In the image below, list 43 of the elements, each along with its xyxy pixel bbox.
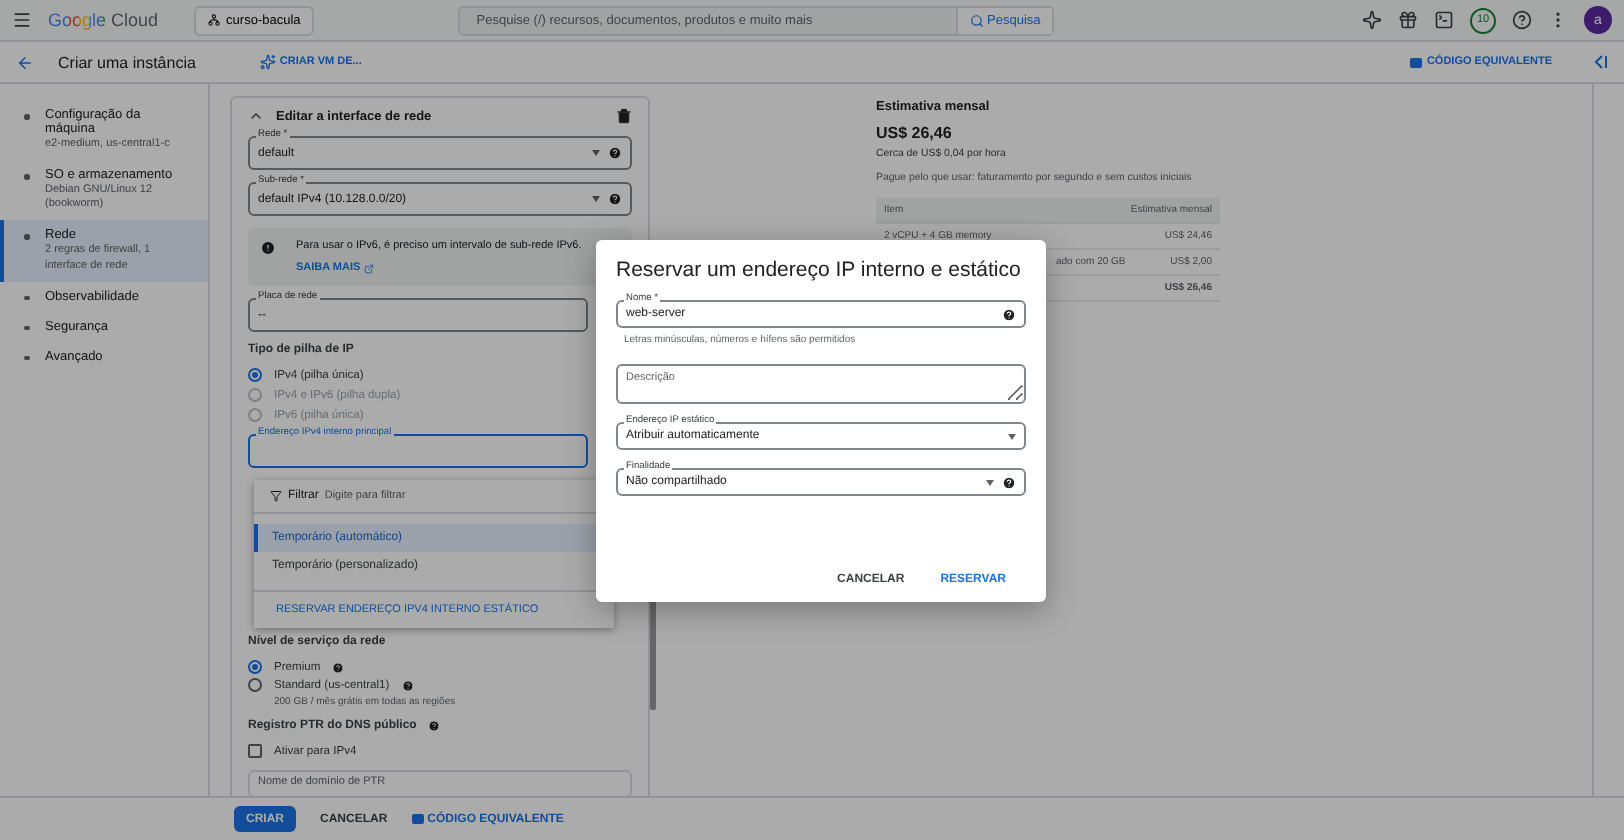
dialog-title: Reservar um endereço IP interno e estático [616, 258, 1023, 282]
caret-icon [986, 479, 994, 485]
bullet-icon [24, 114, 29, 119]
radio-button[interactable] [248, 368, 262, 382]
checkbox[interactable] [248, 744, 262, 758]
code-icon [1410, 57, 1423, 67]
alert-icon [260, 240, 276, 256]
terminal-icon[interactable] [1434, 10, 1454, 30]
search-icon [969, 13, 984, 27]
help-icon [332, 661, 345, 673]
caret-icon [1008, 433, 1016, 439]
radio-button[interactable] [248, 660, 262, 674]
bullet-icon [24, 355, 29, 361]
help-icon [1002, 307, 1016, 321]
external-link-icon [364, 263, 375, 273]
help-icon [401, 679, 414, 691]
collapse-panel-icon[interactable] [1592, 54, 1608, 70]
help-button[interactable] [1512, 10, 1532, 30]
caret-icon [592, 150, 600, 156]
filter-icon [270, 490, 282, 502]
sparkles-icon [259, 54, 276, 70]
sparkle-icon[interactable] [1362, 10, 1382, 30]
collapse-icon[interactable] [248, 108, 264, 124]
bullet-icon [24, 325, 29, 331]
help-icon [608, 192, 622, 206]
help-icon [1002, 475, 1016, 489]
code-icon [411, 814, 424, 824]
back-button[interactable] [16, 53, 34, 71]
help-icon [428, 720, 441, 732]
gift-icon[interactable] [1398, 10, 1418, 30]
delete-icon[interactable] [616, 108, 632, 124]
help-icon [608, 146, 622, 160]
radio-button[interactable] [248, 678, 262, 692]
page-title: Criar uma instância [58, 53, 196, 71]
caret-icon [592, 196, 600, 202]
menu-button[interactable] [12, 10, 32, 30]
estimate-total: US$ 26,46 [876, 124, 954, 142]
scrollbar [650, 600, 656, 710]
network-icon [208, 14, 221, 26]
bullet-icon [24, 174, 29, 180]
bullet-icon [24, 295, 29, 301]
bullet-icon [24, 234, 29, 240]
brand-logo: Google Cloud [48, 10, 159, 30]
